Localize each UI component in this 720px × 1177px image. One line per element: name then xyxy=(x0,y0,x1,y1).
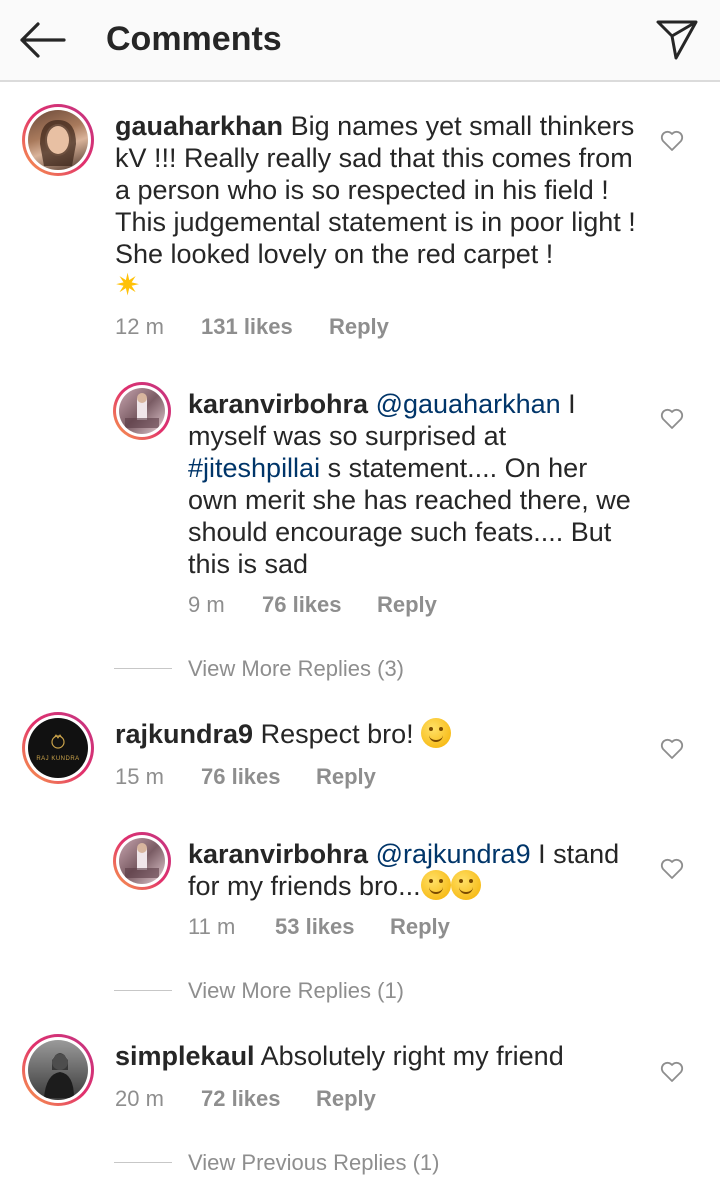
likes-count[interactable]: 131 likes xyxy=(201,314,329,340)
likes-count[interactable]: 72 likes xyxy=(201,1086,316,1112)
view-more-replies[interactable]: View More Replies (1) xyxy=(188,978,404,1004)
view-more-replies[interactable]: View More Replies (3) xyxy=(188,656,404,682)
mention-link[interactable]: @gauaharkhan xyxy=(376,389,561,419)
comment-body: Respect bro! xyxy=(260,719,414,749)
comment-username[interactable]: rajkundra9 xyxy=(115,719,253,749)
comment-meta: 12 m 131 likes Reply xyxy=(115,314,389,340)
comment-time: 12 m xyxy=(115,314,164,339)
mention-link[interactable]: @rajkundra9 xyxy=(376,839,531,869)
comment-meta: 15 m 76 likes Reply xyxy=(115,764,376,790)
avatar[interactable] xyxy=(113,382,171,440)
avatar[interactable] xyxy=(22,1034,94,1106)
heart-icon[interactable] xyxy=(660,858,684,880)
avatar[interactable]: RAJ KUNDRA xyxy=(22,712,94,784)
heart-icon[interactable] xyxy=(660,1061,684,1083)
avatar[interactable] xyxy=(113,832,171,890)
divider xyxy=(114,668,172,669)
avatar-logo-text: RAJ KUNDRA xyxy=(36,756,80,762)
reply-button[interactable]: Reply xyxy=(316,764,376,790)
app-header: Comments xyxy=(0,0,720,82)
reply-button[interactable]: Reply xyxy=(377,592,437,618)
comment-time: 9 m xyxy=(188,592,225,617)
divider xyxy=(114,1162,172,1163)
comment-username[interactable]: karanvirbohra xyxy=(188,389,368,419)
hugging-face-emoji xyxy=(450,870,481,900)
page-title: Comments xyxy=(106,20,282,58)
likes-count[interactable]: 76 likes xyxy=(262,592,377,618)
comment-body: Absolutely right my friend xyxy=(260,1041,564,1071)
comment-time: 11 m xyxy=(188,914,236,939)
reply-text: karanvirbohra @gauaharkhan I myself was … xyxy=(188,388,643,580)
hugging-face-emoji xyxy=(420,870,451,900)
heart-icon[interactable] xyxy=(660,738,684,760)
view-previous-replies[interactable]: View Previous Replies (1) xyxy=(188,1150,439,1176)
back-arrow-icon[interactable] xyxy=(16,16,68,64)
reply-button[interactable]: Reply xyxy=(316,1086,376,1112)
divider xyxy=(114,990,172,991)
heart-icon[interactable] xyxy=(660,408,684,430)
comment-meta: 11 m 53 likes Reply xyxy=(188,914,450,940)
hashtag-link[interactable]: #jiteshpillai xyxy=(188,453,320,483)
sparkle-emoji: ✷ xyxy=(115,269,141,302)
comment-username[interactable]: simplekaul xyxy=(115,1041,255,1071)
comment-text: rajkundra9 Respect bro! xyxy=(115,718,645,750)
send-icon[interactable] xyxy=(654,16,700,62)
reply-button[interactable]: Reply xyxy=(390,914,450,940)
hugging-face-emoji xyxy=(421,718,452,748)
comment-text: gauaharkhan Big names yet small thinkers… xyxy=(115,110,645,302)
comment-username[interactable]: gauaharkhan xyxy=(115,111,283,141)
comment-username[interactable]: karanvirbohra xyxy=(188,839,368,869)
heart-icon[interactable] xyxy=(660,130,684,152)
likes-count[interactable]: 53 likes xyxy=(275,914,390,940)
comment-text: simplekaul Absolutely right my friend xyxy=(115,1040,645,1072)
avatar[interactable] xyxy=(22,104,94,176)
likes-count[interactable]: 76 likes xyxy=(201,764,316,790)
comment-meta: 20 m 72 likes Reply xyxy=(115,1086,376,1112)
comment-meta: 9 m 76 likes Reply xyxy=(188,592,437,618)
reply-text: karanvirbohra @rajkundra9 I stand for my… xyxy=(188,838,643,902)
comment-time: 20 m xyxy=(115,1086,164,1111)
comment-time: 15 m xyxy=(115,764,164,789)
reply-button[interactable]: Reply xyxy=(329,314,389,340)
